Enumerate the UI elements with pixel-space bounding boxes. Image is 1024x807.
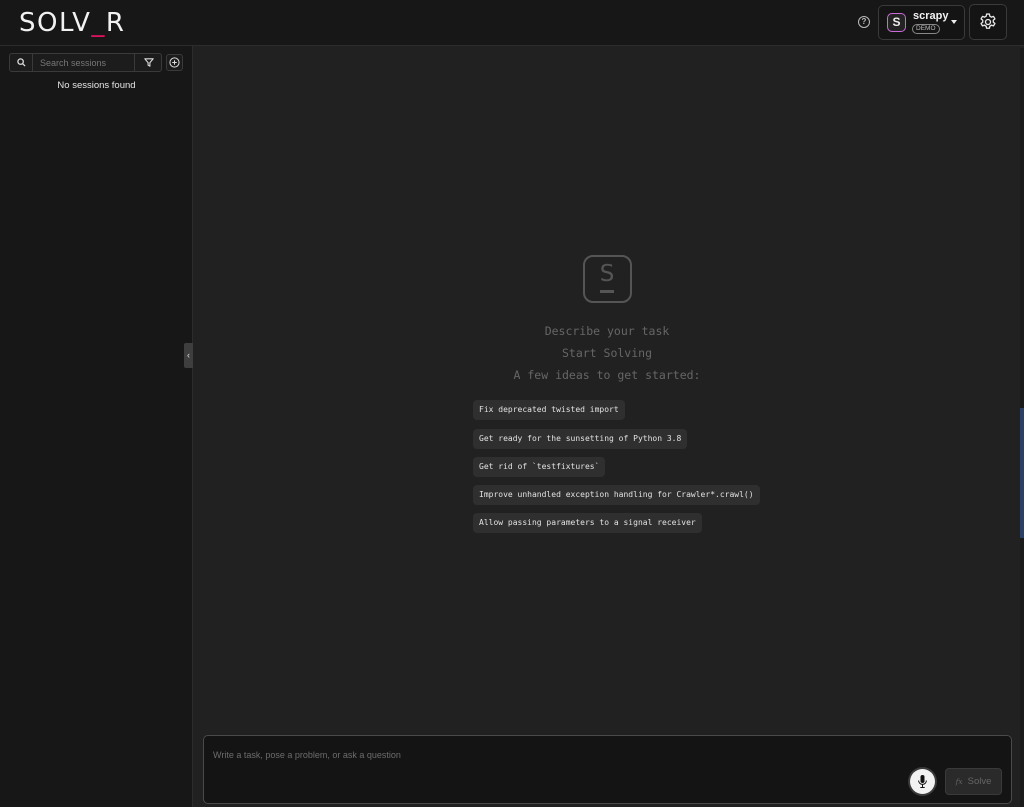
demo-badge: DEMO (912, 24, 940, 34)
caret-down-icon (951, 20, 957, 24)
logo-letter: S (599, 261, 615, 287)
session-search (9, 53, 162, 72)
gear-icon (980, 13, 996, 29)
prompt-ideas-heading: A few ideas to get started: (513, 368, 701, 382)
logo-accent: _ (91, 8, 106, 38)
top-bar: SOLV_R ? S scrapy DEMO (0, 0, 1024, 46)
filter-button[interactable] (134, 54, 162, 71)
idea-chip[interactable]: Allow passing parameters to a signal rec… (473, 513, 702, 533)
prompt-start: Start Solving (561, 346, 652, 360)
task-input[interactable] (213, 745, 903, 765)
solve-label: Solve (967, 776, 992, 787)
idea-chip[interactable]: Improve unhandled exception handling for… (473, 485, 760, 505)
new-session-button[interactable] (166, 54, 183, 71)
logo-tail: R (105, 8, 126, 38)
logo-main: SOLV (19, 8, 92, 38)
settings-button[interactable] (969, 4, 1007, 40)
idea-chip[interactable]: Get ready for the sunsetting of Python 3… (473, 429, 688, 449)
plus-circle-icon (169, 57, 180, 68)
logo-underscore (600, 290, 614, 293)
solver-logo-icon: S (583, 255, 632, 303)
function-icon: fx (955, 777, 963, 786)
search-icon (17, 58, 26, 67)
prompt-describe: Describe your task (544, 324, 670, 338)
main-panel (194, 47, 1024, 807)
empty-sessions-message: No sessions found (57, 80, 136, 91)
collapse-sidebar-button[interactable]: ‹ (184, 343, 193, 368)
search-icon-box (10, 54, 33, 71)
org-name: scrapy (913, 10, 949, 22)
task-composer: fx Solve (203, 735, 1012, 804)
voice-input-button[interactable] (910, 769, 935, 794)
search-input[interactable] (34, 54, 134, 71)
solve-button[interactable]: fx Solve (945, 768, 1002, 795)
app-logo[interactable]: SOLV_R (19, 8, 125, 38)
sessions-sidebar: No sessions found ‹ (0, 46, 193, 807)
org-switcher[interactable]: S scrapy DEMO (878, 5, 965, 40)
idea-chip[interactable]: Get rid of `testfixtures` (473, 457, 606, 477)
window-edge (1020, 48, 1024, 807)
help-icon[interactable]: ? (858, 16, 870, 28)
org-avatar: S (887, 13, 906, 32)
idea-chip[interactable]: Fix deprecated twisted import (473, 400, 625, 420)
filter-icon (144, 58, 154, 67)
microphone-icon (918, 775, 927, 788)
edge-accent (1020, 408, 1024, 538)
